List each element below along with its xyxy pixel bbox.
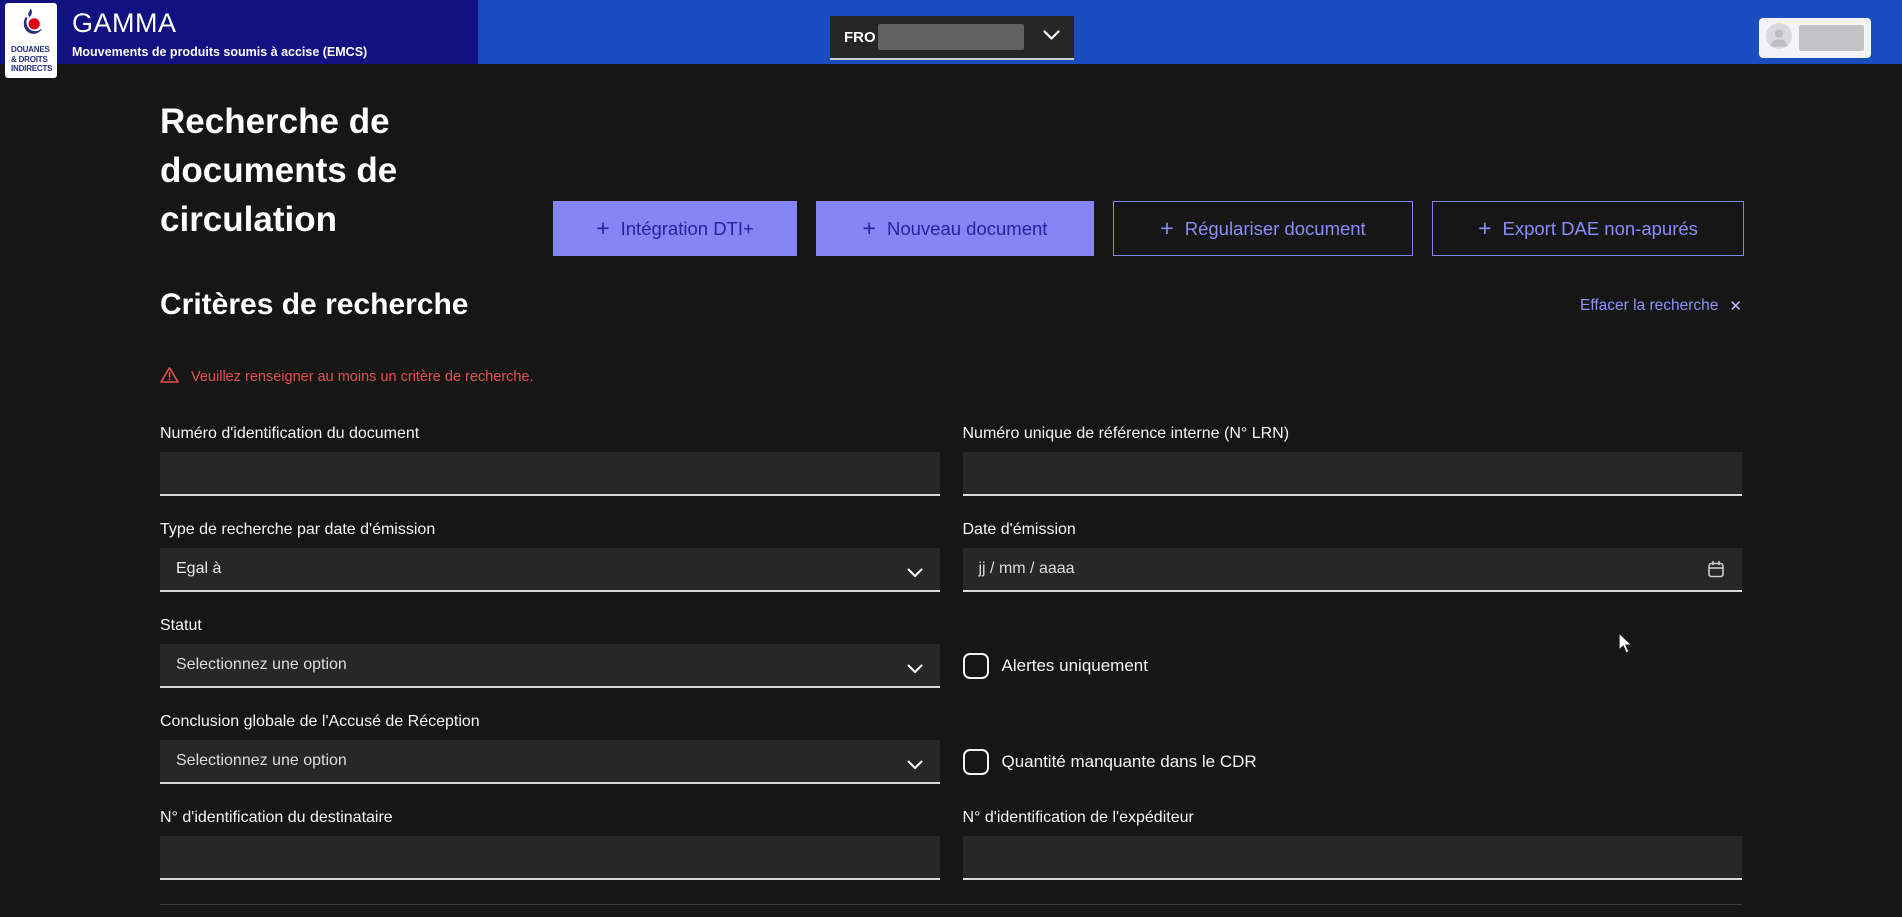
user-menu-button[interactable] [1759,18,1871,58]
close-icon: ✕ [1729,297,1742,315]
integration-dti-button[interactable]: + Intégration DTI+ [553,201,797,256]
redacted-country-value [878,24,1024,50]
export-dae-button[interactable]: + Export DAE non-apurés [1432,201,1744,256]
alerts-only-checkbox[interactable] [963,653,989,679]
missing-qty-cdr-checkbox[interactable] [963,749,989,775]
chevron-down-icon [1043,28,1060,46]
app-name: GAMMA [72,8,177,39]
field-status: Statut Selectionnez une option [160,616,940,688]
user-icon [1766,23,1792,54]
nouveau-document-button[interactable]: + Nouveau document [816,201,1094,256]
status-select[interactable]: Selectionnez une option [160,644,940,688]
field-issue-date: Date d'émission jj / mm / aaaa [963,520,1743,592]
chevron-down-icon [907,661,923,679]
clear-search-link[interactable]: Effacer la recherche ✕ [1580,297,1742,315]
country-select[interactable]: FRO [830,16,1074,60]
field-document-id: Numéro d'identification du document [160,424,940,496]
redacted-username [1799,25,1864,51]
field-consignor-id: N° d'identification de l'expéditeur [963,808,1743,880]
search-criteria-form: Numéro d'identification du document Numé… [160,424,1742,880]
logo-text: DOUANES & DROITS INDIRECTS [8,45,54,74]
consignee-id-input[interactable] [160,836,940,880]
date-search-type-select[interactable]: Egal à [160,548,940,592]
field-missing-qty-cdr: Quantité manquante dans le CDR [963,712,1743,784]
field-ar-conclusion: Conclusion globale de l'Accusé de Récept… [160,712,940,784]
issue-date-input[interactable]: jj / mm / aaaa [963,548,1743,592]
plus-icon: + [1478,217,1491,240]
field-lrn: Numéro unique de référence interne (N° L… [963,424,1743,496]
plus-icon: + [863,217,876,240]
bottom-divider [160,904,1742,905]
missing-qty-cdr-checkbox-row[interactable]: Quantité manquante dans le CDR [963,740,1743,784]
app-subtitle: Mouvements de produits soumis à accise (… [72,45,367,59]
chevron-down-icon [907,565,923,583]
plus-icon: + [1160,217,1173,240]
section-title: Critères de recherche [160,288,469,322]
flame-icon [15,6,47,45]
warning-message: Veuillez renseigner au moins un critère … [160,366,534,388]
consignor-id-input[interactable] [963,836,1743,880]
country-select-value: FRO [844,29,876,46]
douanes-logo: DOUANES & DROITS INDIRECTS [5,3,57,78]
field-consignee-id: N° d'identification du destinataire [160,808,940,880]
calendar-icon[interactable] [1706,559,1726,585]
field-alerts-only: Alertes uniquement [963,616,1743,688]
action-buttons: + Intégration DTI+ + Nouveau document + … [553,201,1744,256]
app-header: DOUANES & DROITS INDIRECTS GAMMA Mouveme… [0,0,1902,64]
chevron-down-icon [907,757,923,775]
warning-icon [160,366,179,388]
field-date-search-type: Type de recherche par date d'émission Eg… [160,520,940,592]
ar-conclusion-select[interactable]: Selectionnez une option [160,740,940,784]
lrn-input[interactable] [963,452,1743,496]
plus-icon: + [596,217,609,240]
page: DOUANES & DROITS INDIRECTS GAMMA Mouveme… [0,0,1902,917]
alerts-only-checkbox-row[interactable]: Alertes uniquement [963,644,1743,688]
document-id-input[interactable] [160,452,940,496]
regulariser-document-button[interactable]: + Régulariser document [1113,201,1413,256]
page-title: Recherche de documents de circulation [160,97,397,244]
